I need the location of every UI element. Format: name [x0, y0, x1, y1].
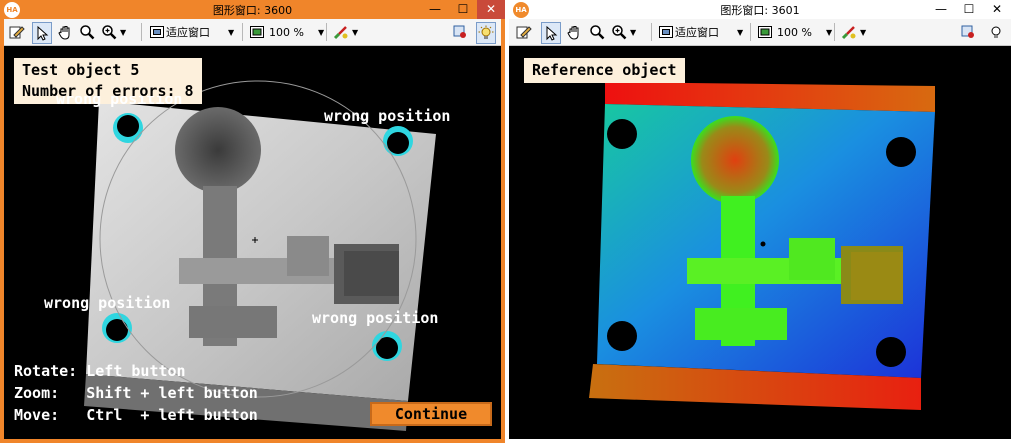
hand-icon	[56, 23, 74, 41]
depth-image-reference-object	[589, 82, 935, 410]
minimize-button[interactable]: —	[421, 0, 449, 19]
maximize-button[interactable]: ☐	[955, 0, 983, 19]
help-rotate-text: Rotate: Left button	[14, 362, 186, 380]
zoom-in-icon	[100, 23, 118, 41]
fit-window-dropdown[interactable]: 适应窗口 ▼	[657, 22, 743, 42]
pointer-tool-button[interactable]	[32, 22, 52, 44]
close-button[interactable]: ✕	[983, 0, 1011, 19]
edit-tool-button[interactable]	[515, 22, 533, 42]
light-toggle-button[interactable]	[987, 22, 1005, 42]
fit-window-label: 适应窗口	[675, 26, 719, 39]
cursor-arrow-icon	[33, 24, 51, 42]
continue-button[interactable]: Continue	[370, 402, 492, 426]
inspect-tool-button[interactable]	[959, 22, 977, 42]
toolbar: ▼ 适应窗口 ▼ 100 % ▼ ▼	[509, 19, 1011, 46]
zoom-percent-dropdown[interactable]: 100 % ▼	[248, 22, 324, 42]
zoom-tool-button[interactable]: ▼	[100, 22, 126, 42]
lightbulb-icon	[987, 23, 1005, 41]
pan-tool-button[interactable]	[56, 22, 74, 42]
chevron-down-icon: ▼	[860, 27, 867, 37]
chevron-down-icon: ▼	[737, 27, 744, 37]
wrong-position-label: wrong position	[324, 107, 451, 125]
color-tool-dropdown[interactable]: ▼	[332, 22, 358, 42]
image-canvas[interactable]: Test object 5 Number of errors: 8 wrong …	[4, 46, 501, 439]
magnify-tool-button[interactable]	[588, 22, 606, 42]
pencil-icon	[8, 23, 26, 41]
titlebar: HA 图形窗口: 3600 — ☐ ✕	[0, 0, 505, 19]
fit-window-dropdown[interactable]: 适应窗口 ▼	[148, 22, 234, 42]
zoom-percent-label: 100 %	[269, 25, 304, 39]
toolbar-divider	[834, 23, 835, 41]
maximize-button[interactable]: ☐	[449, 0, 477, 19]
inspect-tool-button[interactable]	[451, 22, 469, 42]
test-object-title: Test object 5	[22, 61, 140, 79]
lightbulb-icon	[477, 24, 495, 42]
zoom-percent-dropdown[interactable]: 100 % ▼	[756, 22, 832, 42]
titlebar: HA 图形窗口: 3601 — ☐ ✕	[509, 0, 1011, 19]
magnify-tool-button[interactable]	[78, 22, 96, 42]
chevron-down-icon: ▼	[825, 27, 833, 37]
minimize-button[interactable]: —	[927, 0, 955, 19]
image-canvas[interactable]: Reference object	[509, 46, 1011, 439]
zoom-frame-icon	[756, 23, 774, 41]
toolbar-divider	[242, 23, 243, 41]
chevron-down-icon: ▼	[317, 27, 325, 37]
fit-window-icon	[657, 23, 675, 41]
toolbar-divider	[750, 23, 751, 41]
pointer-tool-button[interactable]	[541, 22, 561, 44]
toolbar-divider	[651, 23, 652, 41]
toolbar-divider	[141, 23, 142, 41]
graphics-window-3600: HA 图形窗口: 3600 — ☐ ✕ ▼ 适应窗口 ▼ 100 % ▼ ▼ T…	[0, 0, 505, 443]
zoom-tool-button[interactable]: ▼	[610, 22, 636, 42]
color-brush-icon	[332, 23, 350, 41]
color-tool-dropdown[interactable]: ▼	[840, 22, 866, 42]
hand-icon	[565, 23, 583, 41]
reference-object-label: Reference object	[524, 58, 685, 83]
toolbar: ▼ 适应窗口 ▼ 100 % ▼ ▼	[4, 19, 501, 46]
chevron-down-icon: ▼	[352, 27, 359, 37]
wrong-position-label: wrong position	[312, 309, 439, 327]
pan-tool-button[interactable]	[565, 22, 583, 42]
chevron-down-icon: ▼	[228, 27, 235, 37]
chevron-down-icon: ▼	[630, 27, 637, 37]
zoom-in-icon	[610, 23, 628, 41]
color-brush-icon	[840, 23, 858, 41]
inspect-icon	[959, 23, 977, 41]
graphics-window-3601: HA 图形窗口: 3601 — ☐ ✕ ▼ 适应窗口 ▼ 100 % ▼ ▼ R…	[509, 0, 1011, 443]
help-zoom-text: Zoom: Shift + left button	[14, 384, 258, 402]
zoom-frame-icon	[248, 23, 266, 41]
inspect-icon	[451, 23, 469, 41]
pencil-icon	[515, 23, 533, 41]
zoom-percent-label: 100 %	[777, 25, 812, 39]
magnifier-icon	[78, 23, 96, 41]
toolbar-divider	[326, 23, 327, 41]
light-toggle-button[interactable]	[476, 22, 496, 44]
cursor-arrow-icon	[542, 24, 560, 42]
chevron-down-icon: ▼	[120, 27, 127, 37]
wrong-position-label: wrong position	[44, 294, 171, 312]
edit-tool-button[interactable]	[8, 22, 26, 42]
help-move-text: Move: Ctrl + left button	[14, 406, 258, 424]
fit-window-icon	[148, 23, 166, 41]
magnifier-icon	[588, 23, 606, 41]
fit-window-label: 适应窗口	[166, 26, 210, 39]
close-button[interactable]: ✕	[477, 0, 505, 19]
